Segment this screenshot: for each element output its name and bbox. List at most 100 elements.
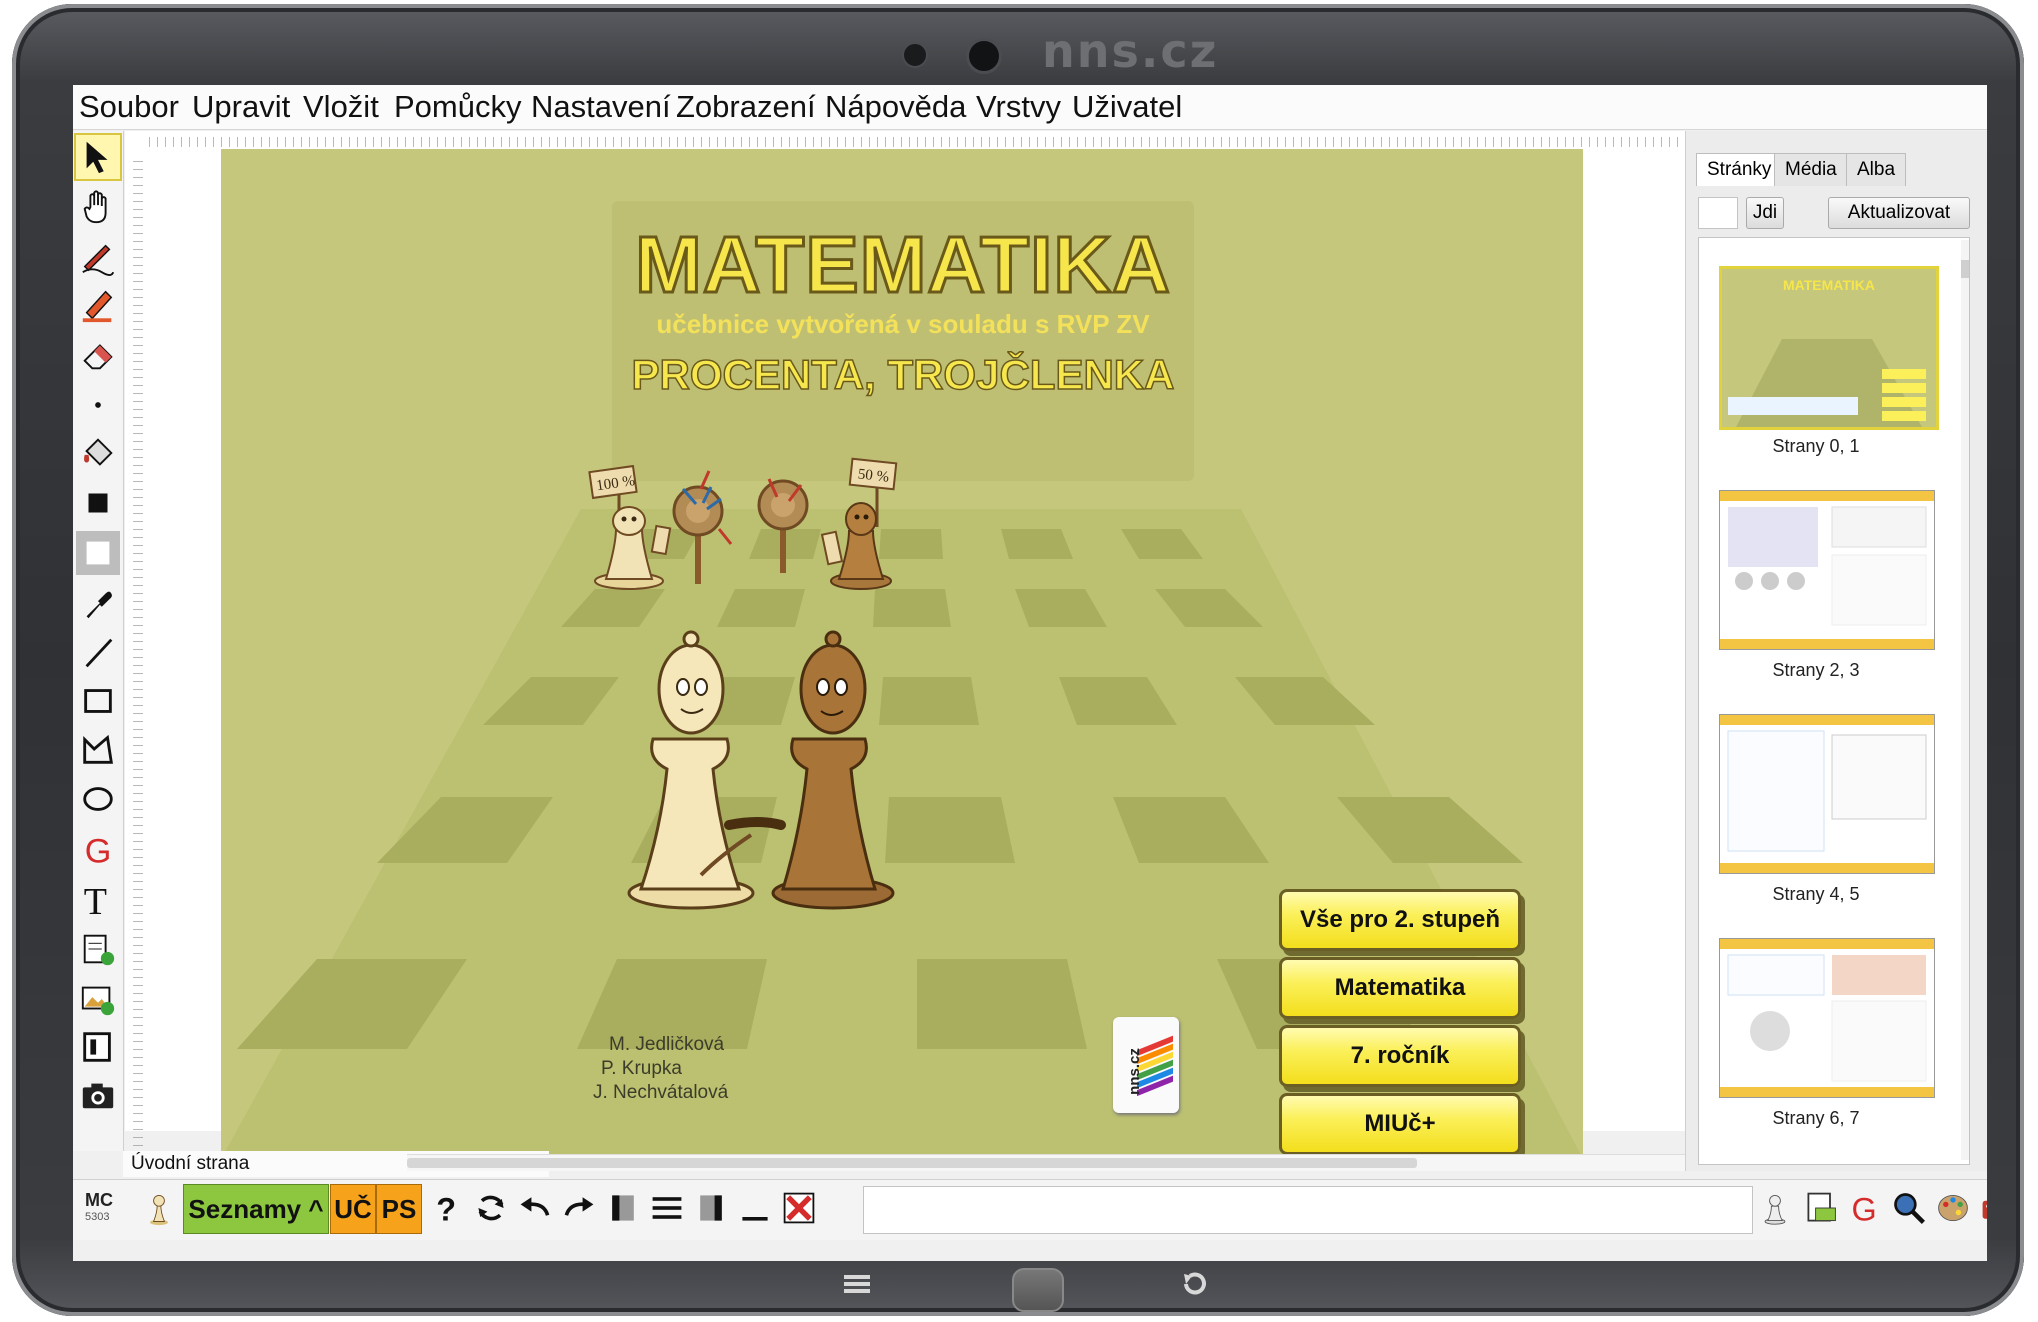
magnifier-globe-icon[interactable] xyxy=(1889,1186,1929,1230)
pages-panel: Stránky Média Alba Jdi Aktualizovat MATE… xyxy=(1685,131,1987,1171)
brand-logo: nns.cz xyxy=(1042,24,1219,78)
tab-alba[interactable]: Alba xyxy=(1846,153,1907,186)
nns-logo: nns.cz xyxy=(1113,1017,1179,1113)
media-tool-icon[interactable] xyxy=(76,1025,120,1069)
page-thumbnails-list: MATEMATIKA Strany 0, 1 Strany 2, 3 Stran… xyxy=(1698,237,1970,1165)
ps-button[interactable]: PS xyxy=(376,1184,422,1234)
book-stack-icon xyxy=(1137,1035,1173,1097)
sign-right-text: 50 % xyxy=(857,466,890,485)
highlighter-tool-icon[interactable] xyxy=(76,283,120,327)
help-icon[interactable]: ? xyxy=(427,1186,467,1230)
tablet-keyboard-icon[interactable] xyxy=(1801,1186,1841,1230)
button-vse-pro-2-stupen[interactable]: Vše pro 2. stupeň xyxy=(1279,889,1521,951)
ruler-horizontal xyxy=(149,137,1709,147)
line-color-icon[interactable] xyxy=(76,531,120,575)
menu-pomucky[interactable]: Pomůcky xyxy=(394,89,521,125)
button-7-rocnik[interactable]: 7. ročník xyxy=(1279,1025,1521,1087)
author-2: P. Krupka xyxy=(601,1058,682,1079)
menu-vrstvy[interactable]: Vrstvy xyxy=(976,89,1061,125)
menu-lines-icon[interactable] xyxy=(647,1186,687,1230)
ellipse-tool-icon[interactable] xyxy=(76,777,120,821)
camera-icon[interactable] xyxy=(76,1073,120,1117)
chess-piece-icon[interactable] xyxy=(1755,1186,1795,1230)
fill-bucket-icon[interactable] xyxy=(76,431,120,475)
canvas-horizontal-scrollbar[interactable] xyxy=(407,1154,1707,1171)
thumbnails-scrollbar[interactable] xyxy=(1961,240,1969,1160)
mc-number: 5303 xyxy=(85,1211,110,1223)
tools-panel: G T xyxy=(73,131,124,1151)
tab-media[interactable]: Média xyxy=(1774,153,1848,186)
handwriting-tool-icon[interactable]: G xyxy=(76,827,120,871)
thumbnail-content-icon xyxy=(1720,491,1934,649)
image-add-icon[interactable] xyxy=(76,977,120,1021)
author-1: M. Jedličková xyxy=(609,1034,725,1055)
thumbnail-label-2: Strany 4, 5 xyxy=(1772,884,1860,904)
seznamy-button[interactable]: Seznamy ^ xyxy=(183,1184,329,1234)
back-icon[interactable] xyxy=(1178,1270,1208,1305)
undo-icon[interactable] xyxy=(515,1186,555,1230)
menu-uzivatel[interactable]: Uživatel xyxy=(1072,89,1182,125)
minimize-icon[interactable] xyxy=(735,1186,775,1230)
thumbnail-content-icon xyxy=(1720,939,1934,1097)
svg-text:T: T xyxy=(84,881,107,918)
svg-text:?: ? xyxy=(436,1192,456,1226)
slide-page[interactable]: MATEMATIKA učebnice vytvořená v souladu … xyxy=(221,149,1583,1159)
eraser-tool-icon[interactable] xyxy=(76,333,120,377)
nns-logo-text: nns.cz xyxy=(1125,1048,1143,1095)
thumbnail-label-1: Strany 2, 3 xyxy=(1772,660,1860,680)
menu-soubor[interactable]: Soubor xyxy=(79,89,179,125)
thumbnail-content-icon xyxy=(1720,715,1934,873)
uc-button[interactable]: UČ xyxy=(330,1184,376,1234)
camera-lens xyxy=(966,38,1002,74)
thumbnail-page-0-1[interactable]: MATEMATIKA xyxy=(1719,266,1939,430)
canvas-horizontal-scroll-thumb[interactable] xyxy=(407,1158,1417,1168)
thumbnail-page-2-3[interactable] xyxy=(1719,490,1935,650)
menu-zobrazeni[interactable]: Zobrazení xyxy=(676,89,816,125)
note-add-icon[interactable] xyxy=(76,927,120,971)
refresh-cycle-icon[interactable] xyxy=(471,1186,511,1230)
polygon-tool-icon[interactable] xyxy=(76,727,120,771)
hand-tool-icon[interactable] xyxy=(76,185,120,229)
dot-size-icon[interactable] xyxy=(76,383,120,427)
text-tool-icon[interactable]: T xyxy=(76,877,120,921)
app-screen: Soubor Upravit Vložit Pomůcky Nastavení … xyxy=(73,85,1987,1261)
menu-upravit[interactable]: Upravit xyxy=(192,89,290,125)
thumbnail-page-4-5[interactable] xyxy=(1719,714,1935,874)
mc-label: MC xyxy=(85,1190,113,1210)
menu-napoveda[interactable]: Nápověda xyxy=(825,89,966,125)
select-tool-icon[interactable] xyxy=(74,133,122,181)
canvas-area[interactable]: MATEMATIKA učebnice vytvořená v souladu … xyxy=(125,131,1729,1161)
command-input[interactable] xyxy=(863,1186,1753,1234)
svg-text:G: G xyxy=(1852,1192,1877,1226)
thumbnail-label-0: Strany 0, 1 xyxy=(1772,436,1860,456)
thumbnail-page-6-7[interactable] xyxy=(1719,938,1935,1098)
panel-right-icon[interactable] xyxy=(691,1186,731,1230)
home-button[interactable] xyxy=(1012,1268,1064,1312)
button-matematika[interactable]: Matematika xyxy=(1279,957,1521,1019)
panel-left-icon[interactable] xyxy=(603,1186,643,1230)
palette-icon[interactable] xyxy=(1933,1186,1973,1230)
redo-icon[interactable] xyxy=(559,1186,599,1230)
menu-nastaveni[interactable]: Nastavení xyxy=(531,89,671,125)
rectangle-tool-icon[interactable] xyxy=(76,679,120,723)
dice-icon[interactable] xyxy=(1977,1186,1987,1230)
google-icon[interactable]: G xyxy=(1845,1186,1885,1230)
thumbnails-scroll-thumb[interactable] xyxy=(1961,260,1969,278)
eyedropper-icon[interactable] xyxy=(76,581,120,625)
go-button[interactable]: Jdi xyxy=(1746,197,1784,229)
fill-color-icon[interactable] xyxy=(76,481,120,525)
recent-apps-icon[interactable] xyxy=(842,1272,872,1301)
ruler-vertical xyxy=(133,161,143,1161)
pen-tool-icon[interactable] xyxy=(76,235,120,279)
button-miuc-plus[interactable]: MIUč+ xyxy=(1279,1093,1521,1155)
menu-vlozit[interactable]: Vložit xyxy=(303,89,379,125)
menu-bar: Soubor Upravit Vložit Pomůcky Nastavení … xyxy=(73,85,1987,130)
close-app-icon[interactable] xyxy=(779,1186,819,1230)
page-number-input[interactable] xyxy=(1698,197,1738,229)
tab-stranky[interactable]: Stránky xyxy=(1696,153,1783,186)
line-tool-icon[interactable] xyxy=(76,631,120,675)
camera-sensor xyxy=(902,42,928,68)
refresh-button[interactable]: Aktualizovat xyxy=(1828,197,1970,229)
mascot-icon[interactable] xyxy=(139,1186,179,1230)
author-3: J. Nechvátalová xyxy=(593,1082,729,1103)
